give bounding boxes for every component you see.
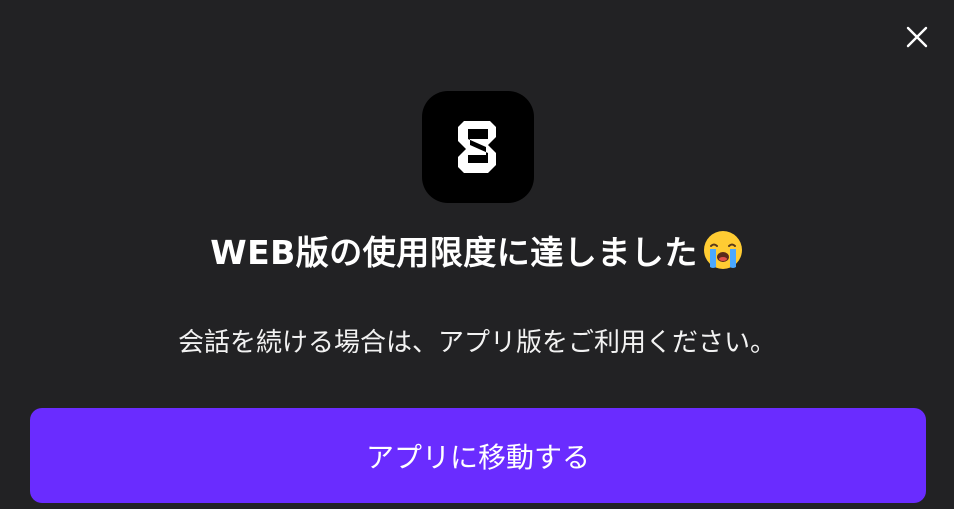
app-logo-icon (458, 121, 496, 173)
dialog-title: WEB版の使用限度に達しました (0, 224, 954, 276)
dialog-title-text: WEB版の使用限度に達しました (210, 233, 698, 272)
close-button[interactable] (900, 20, 934, 54)
usage-limit-dialog: WEB版の使用限度に達しました 会話を続ける場合は、アプリ版をご利用ください。 … (0, 0, 954, 509)
app-logo (422, 91, 534, 203)
dialog-message: 会話を続ける場合は、アプリ版をご利用ください。 (177, 327, 776, 358)
go-to-app-button[interactable]: アプリに移動する (30, 408, 926, 503)
close-icon (906, 26, 928, 48)
crying-face-icon (702, 229, 744, 271)
